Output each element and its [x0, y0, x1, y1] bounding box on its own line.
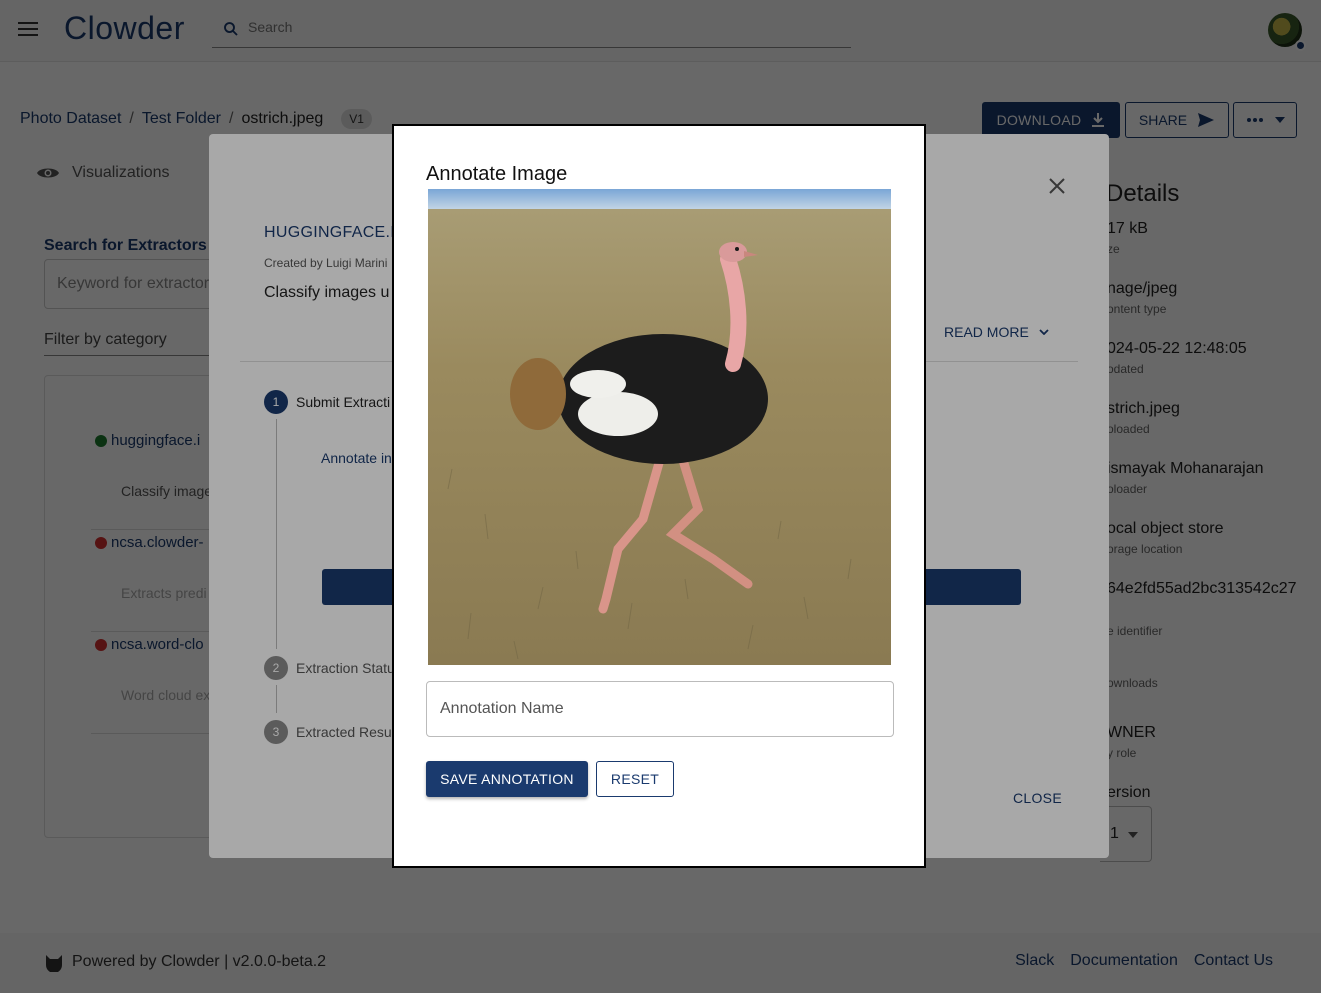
annotatable-image[interactable] — [428, 189, 891, 665]
annotate-image-dialog: Annotate Image Annotation Name SAVE ANNO… — [392, 124, 926, 868]
save-annotation-button[interactable]: SAVE ANNOTATION — [426, 761, 588, 797]
ostrich-photo — [428, 189, 891, 665]
reset-button[interactable]: RESET — [596, 761, 674, 797]
annotation-name-field[interactable] — [426, 681, 894, 737]
annotation-name-input[interactable] — [427, 682, 893, 736]
dialog-title: Annotate Image — [426, 163, 568, 185]
